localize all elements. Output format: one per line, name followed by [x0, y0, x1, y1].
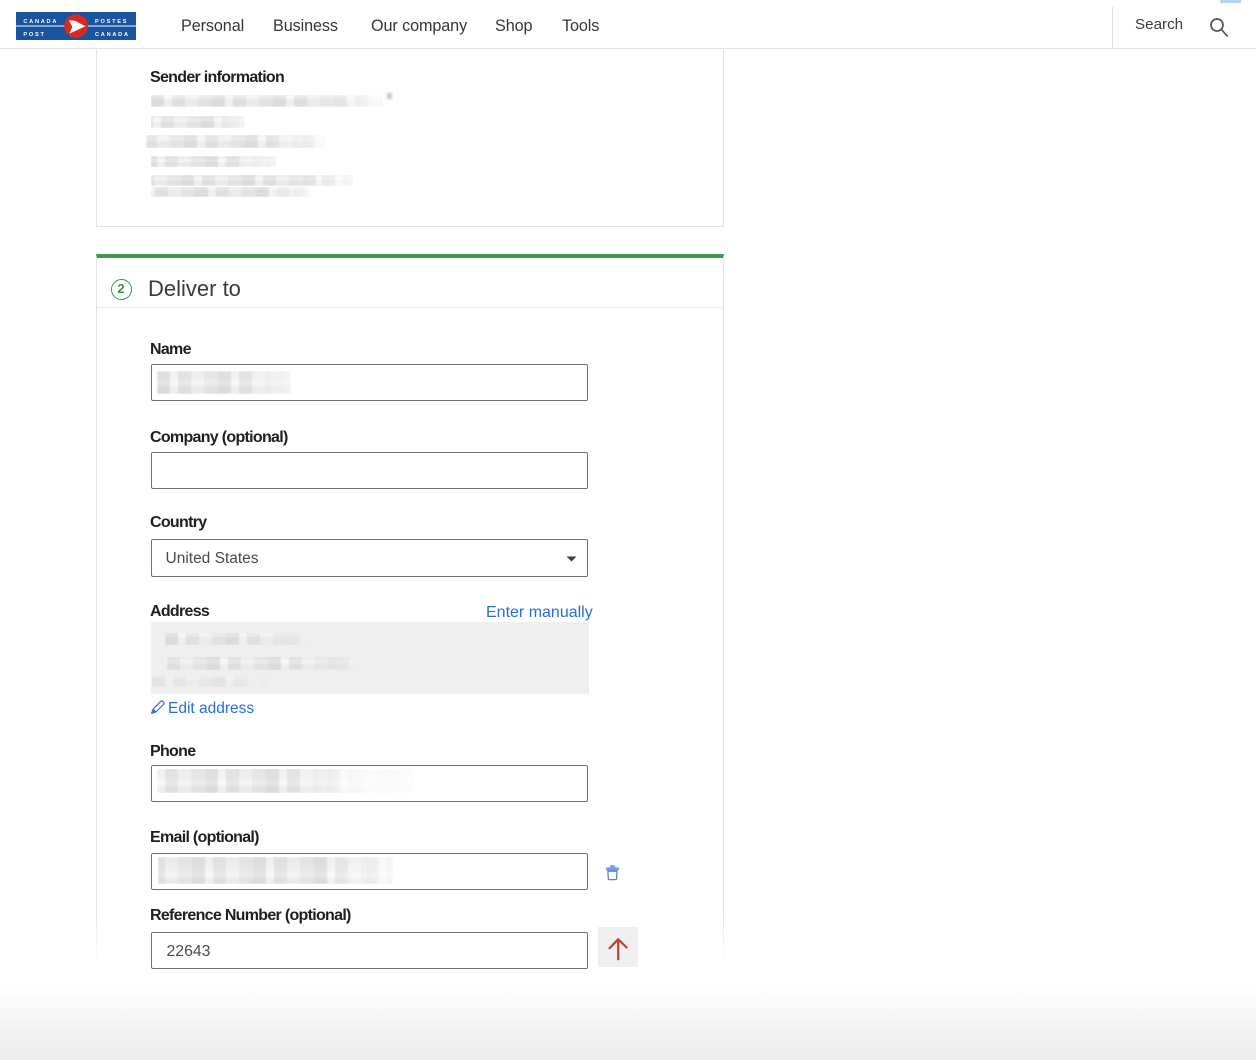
- svg-text:CANADA: CANADA: [95, 32, 130, 38]
- svg-text:POST: POST: [23, 32, 45, 38]
- svg-text:POSTES: POSTES: [95, 19, 128, 25]
- svg-text:CANADA: CANADA: [23, 19, 58, 25]
